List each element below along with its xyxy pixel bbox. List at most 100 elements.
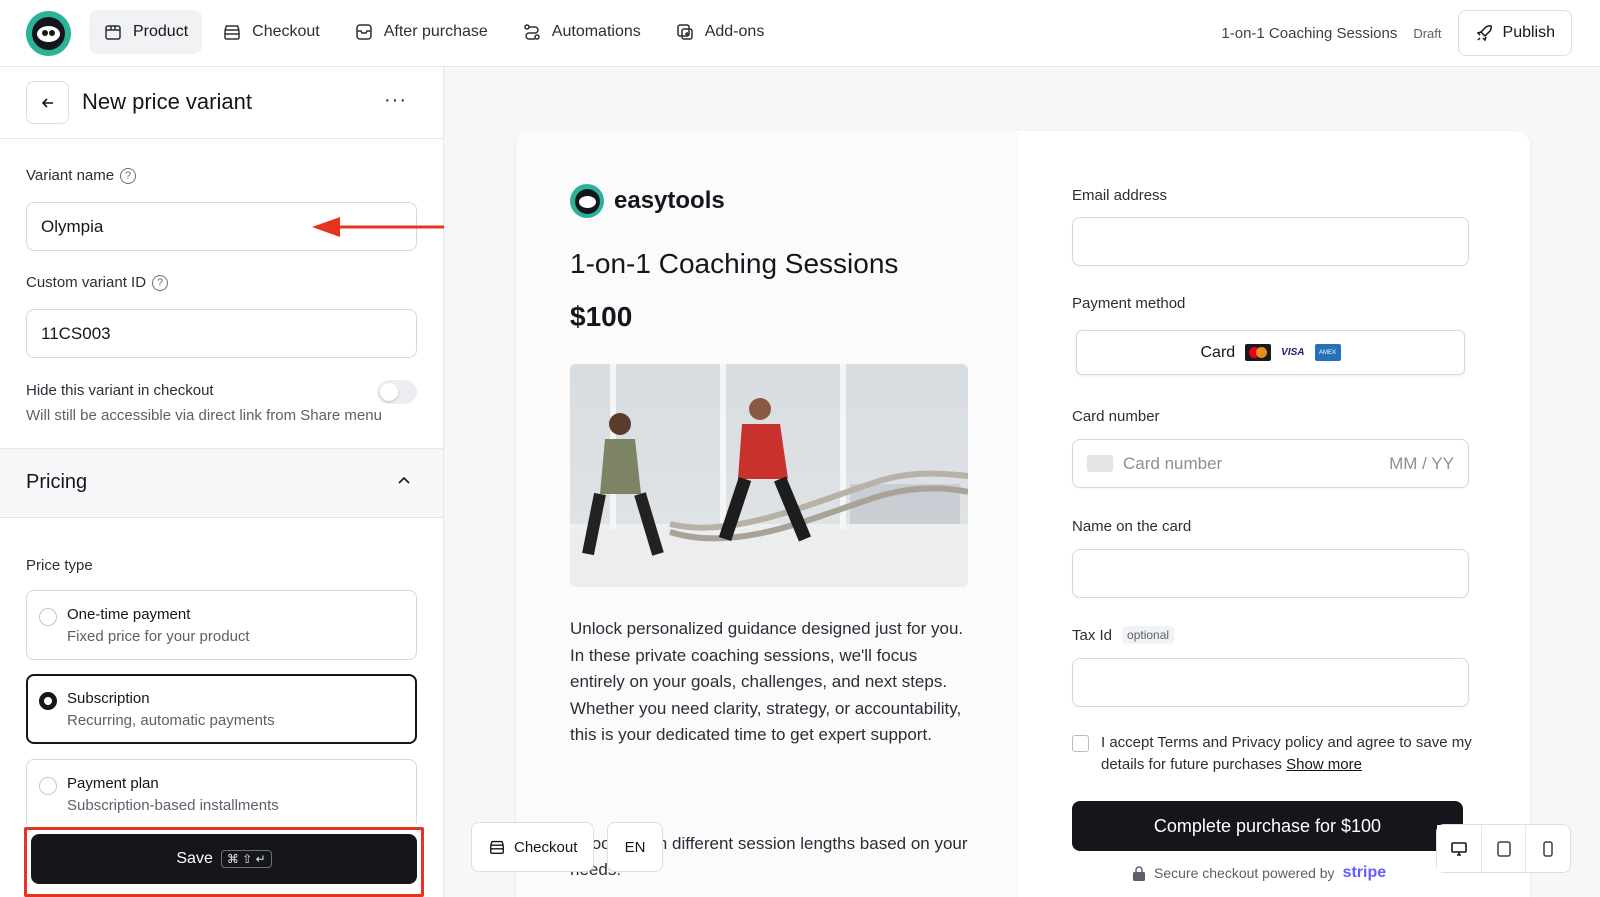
email-label: Email address <box>1072 187 1168 204</box>
sidebar-header: New price variant ··· <box>0 67 443 139</box>
app-logo[interactable] <box>26 11 71 56</box>
hide-variant-label: Hide this variant in checkout <box>26 382 214 399</box>
name-on-card-field[interactable] <box>1072 549 1469 598</box>
stripe-logo: stripe <box>1342 864 1387 881</box>
price-option-title: Payment plan <box>67 775 159 792</box>
product-summary: easytools 1-on-1 Coaching Sessions $100 <box>516 131 1018 897</box>
radio-button[interactable] <box>39 692 57 710</box>
package-icon <box>355 24 372 40</box>
save-button[interactable]: Save ⌘ ⇧ ↵ <box>31 834 417 884</box>
help-icon[interactable]: ? <box>120 167 137 184</box>
rocket-icon <box>1476 25 1492 42</box>
brand-logo-icon <box>570 184 604 218</box>
terms-checkbox[interactable] <box>1072 735 1089 752</box>
variant-name-label: Variant name ? <box>26 167 137 184</box>
help-icon[interactable]: ? <box>152 274 169 291</box>
secure-text: Secure checkout powered by <box>1154 865 1335 881</box>
publish-label: Publish <box>1502 24 1555 41</box>
checkout-view-label: Checkout <box>514 838 578 856</box>
product-price: $100 <box>570 301 633 332</box>
optional-badge: optional <box>1122 626 1175 644</box>
variant-name-label-text: Variant name <box>26 167 115 184</box>
save-label: Save <box>176 850 213 867</box>
hide-variant-toggle[interactable] <box>377 380 417 404</box>
tablet-icon <box>1496 840 1511 857</box>
brand-name: easytools <box>614 187 725 214</box>
amex-icon: AMEX <box>1314 344 1341 361</box>
price-option-sub: Subscription-based installments <box>67 797 279 814</box>
store-icon <box>224 25 240 40</box>
tax-id-label-text: Tax Id <box>1072 626 1113 644</box>
top-bar: Product Checkout After purchase Automati… <box>0 0 1600 67</box>
card-number-placeholder: Card number <box>1123 453 1223 473</box>
nav-add-ons[interactable]: Add-ons <box>661 10 779 54</box>
product-title: 1-on-1 Coaching Sessions <box>570 248 899 279</box>
complete-purchase-button[interactable]: Complete purchase for $100 <box>1072 801 1463 851</box>
nav-checkout[interactable]: Checkout <box>208 10 334 54</box>
save-highlight: Save ⌘ ⇧ ↵ <box>24 827 424 897</box>
store-icon <box>490 840 504 854</box>
custom-id-label-text: Custom variant ID <box>26 274 147 291</box>
price-option-one-time[interactable]: One-time payment Fixed price for your pr… <box>26 590 417 660</box>
tax-id-field[interactable] <box>1072 658 1469 707</box>
credit-card-icon <box>1087 455 1113 472</box>
card-number-field[interactable]: Card number MM / YY <box>1072 439 1469 488</box>
monitor-icon <box>1451 841 1467 856</box>
price-type-label: Price type <box>26 557 93 574</box>
nav-add-ons-label: Add-ons <box>704 23 765 40</box>
payment-method-label: Payment method <box>1072 295 1186 312</box>
custom-id-label: Custom variant ID ? <box>26 274 169 291</box>
arrow-left-icon <box>41 97 53 108</box>
checkout-view-button[interactable]: Checkout <box>471 822 595 872</box>
mastercard-icon <box>1245 344 1272 361</box>
brand: easytools <box>570 184 725 218</box>
secure-checkout-note: Secure checkout powered by stripe <box>1132 864 1386 882</box>
tax-id-label: Tax Id optional <box>1072 626 1175 644</box>
product-name: 1-on-1 Coaching Sessions <box>1221 24 1398 42</box>
hide-variant-row: Hide this variant in checkout Will still… <box>26 380 417 424</box>
main-nav: Product Checkout After purchase Automati… <box>89 10 778 54</box>
terms-text: I accept Terms and Privacy policy and ag… <box>1101 732 1472 776</box>
pricing-section-header[interactable]: Pricing <box>0 448 443 518</box>
tablet-view-button[interactable] <box>1482 825 1527 872</box>
nav-product[interactable]: Product <box>89 10 203 54</box>
price-option-sub: Recurring, automatic payments <box>67 712 275 729</box>
expiry-placeholder: MM / YY <box>1389 453 1454 473</box>
price-option-sub: Fixed price for your product <box>67 628 250 645</box>
price-option-title: Subscription <box>67 690 150 707</box>
mobile-view-button[interactable] <box>1526 825 1570 872</box>
nav-after-purchase[interactable]: After purchase <box>340 10 502 54</box>
email-field[interactable] <box>1072 217 1469 266</box>
keyboard-shortcut: ⌘ ⇧ ↵ <box>220 850 272 868</box>
show-more-link[interactable]: Show more <box>1286 756 1362 773</box>
lock-icon <box>1133 866 1145 881</box>
plus-square-icon <box>676 24 693 40</box>
device-switcher <box>1436 824 1571 873</box>
language-selector[interactable]: EN <box>607 822 663 872</box>
page-title: New price variant <box>82 89 252 114</box>
price-option-subscription[interactable]: Subscription Recurring, automatic paymen… <box>26 674 417 744</box>
pricing-title: Pricing <box>26 471 88 493</box>
chevron-up-icon <box>398 476 410 484</box>
product-description: Unlock personalized guidance designed ju… <box>570 619 964 744</box>
radio-button[interactable] <box>39 777 57 795</box>
route-icon <box>524 24 540 40</box>
nav-automations[interactable]: Automations <box>508 10 655 54</box>
price-option-payment-plan[interactable]: Payment plan Subscription-based installm… <box>26 759 417 829</box>
custom-id-input[interactable]: 11CS003 <box>26 309 417 358</box>
phone-icon <box>1543 840 1553 857</box>
publish-button[interactable]: Publish <box>1457 10 1572 56</box>
radio-button[interactable] <box>39 608 57 626</box>
terms-consent: I accept Terms and Privacy policy and ag… <box>1072 732 1472 776</box>
nav-after-purchase-label: After purchase <box>383 23 488 40</box>
nav-product-label: Product <box>133 23 189 40</box>
payment-method-card-option[interactable]: Card VISA AMEX <box>1076 330 1465 375</box>
more-menu-button[interactable]: ··· <box>384 89 407 112</box>
product-image <box>570 364 968 587</box>
visa-icon: VISA <box>1281 347 1305 358</box>
payment-method-value: Card <box>1200 343 1236 361</box>
nav-automations-label: Automations <box>551 23 641 40</box>
desktop-view-button[interactable] <box>1437 825 1482 872</box>
back-button[interactable] <box>26 81 69 124</box>
price-option-title: One-time payment <box>67 606 191 623</box>
